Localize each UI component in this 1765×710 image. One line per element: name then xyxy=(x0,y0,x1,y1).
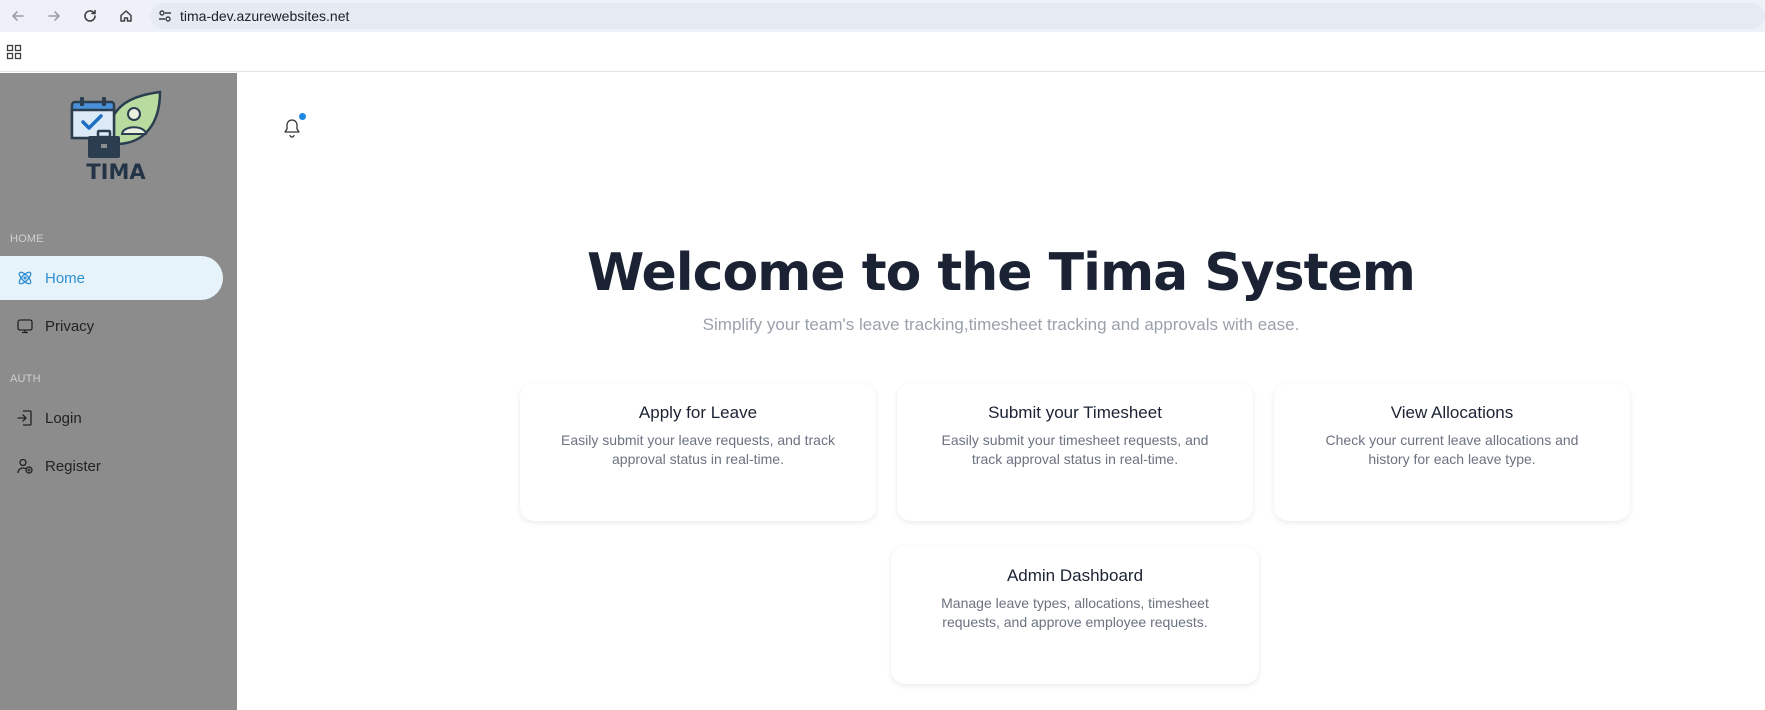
bell-icon[interactable] xyxy=(282,117,302,139)
apps-icon[interactable] xyxy=(6,44,22,64)
forward-button[interactable] xyxy=(36,0,72,32)
back-icon xyxy=(12,11,24,21)
reload-icon xyxy=(84,9,96,22)
page-subtitle: Simplify your team's leave tracking,time… xyxy=(702,315,1300,334)
card-description: Manage leave types, allocations, timeshe… xyxy=(941,595,1209,630)
back-button[interactable] xyxy=(0,0,36,32)
sidebar-item-label: Privacy xyxy=(45,317,95,335)
address-bar[interactable]: tima-dev.azurewebsites.net xyxy=(150,3,1765,29)
monitor-icon xyxy=(16,317,34,335)
user-plus-icon xyxy=(16,457,34,475)
card-description: Easily submit your leave requests, and t… xyxy=(561,432,835,467)
sidebar-item-privacy[interactable]: Privacy xyxy=(0,304,223,348)
login-icon xyxy=(16,409,34,427)
sidebar-item-label: Login xyxy=(45,409,82,427)
section-label-home: HOME xyxy=(10,233,44,245)
notification-dot xyxy=(299,113,306,120)
bookmarks-bar xyxy=(0,32,1765,72)
card-description: Check your current leave allocations and… xyxy=(1325,432,1579,467)
section-label-auth: AUTH xyxy=(10,373,41,385)
card-description: Easily submit your timesheet requests, a… xyxy=(941,432,1209,467)
url-text[interactable]: tima-dev.azurewebsites.net xyxy=(180,8,349,24)
card-view-allocations[interactable]: View Allocations Check your current leav… xyxy=(1274,383,1630,521)
sidebar-item-register[interactable]: Register xyxy=(0,444,223,488)
logo-text: TIMA xyxy=(86,160,146,184)
forward-icon xyxy=(48,11,60,21)
sidebar-item-label: Home xyxy=(45,269,86,287)
card-title: Submit your Timesheet xyxy=(988,403,1162,422)
reload-button[interactable] xyxy=(72,0,108,32)
card-title: View Allocations xyxy=(1390,403,1514,422)
home-icon xyxy=(120,10,132,22)
card-title: Apply for Leave xyxy=(638,403,758,422)
card-submit-timesheet[interactable]: Submit your Timesheet Easily submit your… xyxy=(897,383,1253,521)
sidebar: TIMA HOME Home Privacy AUTH Login Regist… xyxy=(0,73,237,710)
sidebar-item-home[interactable]: Home xyxy=(0,256,223,300)
sidebar-item-login[interactable]: Login xyxy=(0,396,223,440)
tima-logo[interactable]: TIMA xyxy=(68,88,164,188)
sidebar-item-label: Register xyxy=(45,457,101,475)
atom-icon xyxy=(16,269,34,287)
card-admin-dashboard[interactable]: Admin Dashboard Manage leave types, allo… xyxy=(891,546,1259,684)
browser-toolbar: tima-dev.azurewebsites.net xyxy=(0,0,1765,32)
card-apply-leave[interactable]: Apply for Leave Easily submit your leave… xyxy=(520,383,876,521)
home-button[interactable] xyxy=(108,0,144,32)
page-title: Welcome to the Tima System xyxy=(587,243,1416,303)
card-title: Admin Dashboard xyxy=(1006,566,1144,585)
site-info-icon[interactable] xyxy=(150,8,180,24)
